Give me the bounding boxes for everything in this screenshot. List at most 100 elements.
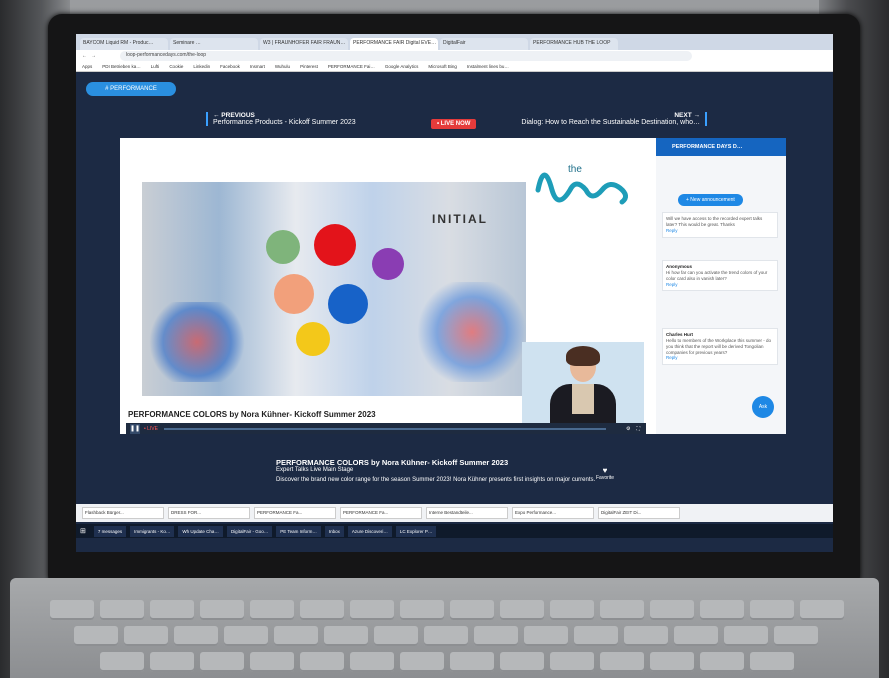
bookmark[interactable]: Wuhulu [275, 64, 290, 69]
window-tab[interactable]: PERFORMANCE Fa... [340, 507, 422, 519]
svg-text:the: the [568, 164, 582, 175]
url-field[interactable]: loop-performancedays.com/the-loop [120, 51, 692, 61]
previous-title: Performance Products - Kickoff Summer 20… [213, 119, 356, 126]
bookmark[interactable]: PERFORMANCE Fai… [328, 64, 375, 69]
key-row [74, 626, 818, 646]
previous-label: ← PREVIOUS [213, 112, 255, 119]
new-announcement-button[interactable]: + New announcement [678, 194, 743, 206]
message-author: Charles Hurt [666, 332, 694, 337]
settings-icon[interactable]: ⚙ [626, 426, 630, 432]
taskbar-item[interactable]: Immigrants - Ko… [130, 525, 175, 537]
video-player[interactable]: INITIAL the PERFORMANCE COLORS by Nora K… [120, 138, 656, 434]
window-switcher: Flashback Bürger... DRESS FOR... PERFORM… [76, 504, 833, 522]
the-loop-logo: the [535, 164, 628, 205]
next-label: NEXT → [674, 112, 700, 119]
color-dot [328, 284, 368, 324]
taskbar-item[interactable]: Azure Discoveri… [347, 525, 392, 537]
taskbar-item[interactable]: Inbox [324, 525, 344, 537]
window-tab[interactable]: PERFORMANCE Fa... [254, 507, 336, 519]
windows-start-icon[interactable]: ⊞ [80, 527, 86, 535]
bookmark[interactable]: Microsoft Bing [428, 64, 457, 69]
favorite-button[interactable]: ♥ Favorite [596, 466, 614, 481]
reply-link[interactable]: Reply [666, 228, 678, 233]
taskbar-item[interactable]: PE Team Inform… [276, 525, 321, 537]
bookmark[interactable]: Lufti [151, 64, 160, 69]
chat-message: Will we have access to the recorded expe… [662, 212, 778, 238]
color-dot [274, 274, 314, 314]
address-bar-row: ← → loop-performancedays.com/the-loop [76, 50, 833, 62]
color-dot [266, 230, 300, 264]
paint-splash [412, 282, 526, 382]
window-tab[interactable]: Expo Performance... [512, 507, 594, 519]
progress-bar[interactable] [163, 427, 606, 430]
bookmark[interactable]: Apps [82, 64, 92, 69]
reply-link[interactable]: Reply [666, 355, 678, 360]
browser-tab-active[interactable]: PERFORMANCE FAIR Digital EVE… [350, 38, 438, 50]
chat-message: Anonymous Hi how far can you activate th… [662, 260, 778, 292]
laptop-screen: BAYCOM Liquid RM - Produc… Seminare … W3… [76, 34, 833, 552]
message-text: Hi how far can you activate the trend co… [666, 269, 768, 281]
reply-link[interactable]: Reply [666, 282, 678, 287]
speaker-scarf [572, 384, 594, 414]
color-painting-image: INITIAL [142, 182, 526, 396]
laptop-keyboard [10, 578, 879, 678]
bookmark[interactable]: Facebook [220, 64, 240, 69]
taskbar-item[interactable]: DigitalFair - Goo… [226, 525, 273, 537]
speaker-hair [566, 346, 600, 366]
key-row [100, 652, 794, 672]
bookmark[interactable]: Pinterest [300, 64, 318, 69]
chat-message: Charles Hurt Hello to members of the Wor… [662, 328, 778, 366]
favorite-label: Favorite [596, 475, 615, 481]
browser-tab[interactable]: Seminare … [170, 38, 258, 50]
browser-tab[interactable]: BAYCOM Liquid RM - Produc… [80, 38, 168, 50]
browser-tab[interactable]: PERFORMANCE HUB THE LOOP [530, 38, 618, 50]
session-info: PERFORMANCE COLORS by Nora Kühner- Kicko… [276, 458, 636, 483]
browser-tab[interactable]: DigitalFair [440, 38, 528, 50]
window-tab[interactable]: DRESS FOR... [168, 507, 250, 519]
fullscreen-icon[interactable]: ⛶ [636, 426, 640, 432]
color-dot [314, 224, 356, 266]
window-tab[interactable]: Flashback Bürger... [82, 507, 164, 519]
previous-session-link[interactable]: ← PREVIOUS Performance Products - Kickof… [206, 112, 356, 126]
message-text: Hello to members of the Workplace this s… [666, 337, 771, 355]
bookmarks-bar: Apps PDI Betrieben ka… Lufti Cookie Link… [76, 62, 833, 72]
color-dot [296, 322, 330, 356]
chat-header: PERFORMANCE DAYS D… [656, 138, 786, 156]
message-text: Will we have access to the recorded expe… [666, 216, 763, 227]
window-tab[interactable]: Interne Bestandteile... [426, 507, 508, 519]
browser-tab[interactable]: W3 | FRAUNHOFER FAIR FRAUN… [260, 38, 348, 50]
back-icon[interactable]: ← [82, 53, 87, 59]
chat-sidebar: PERFORMANCE DAYS D… + New announcement W… [656, 138, 786, 434]
bookmark[interactable]: Instalment lines bu… [467, 64, 509, 69]
ask-button[interactable]: Ask [752, 396, 774, 418]
window-tab[interactable]: DigitalFair ZEIT Di... [598, 507, 680, 519]
taskbar-item[interactable]: Wh Update Cha… [178, 525, 223, 537]
live-indicator: • LIVE [144, 425, 158, 432]
taskbar-item[interactable]: LC Explorer P… [395, 525, 437, 537]
bookmark[interactable]: Insmart [250, 64, 265, 69]
browser-tab-bar: BAYCOM Liquid RM - Produc… Seminare … W3… [76, 34, 833, 50]
key-row [50, 600, 844, 620]
windows-taskbar: ⊞ 7 messages Immigrants - Ko… Wh Update … [76, 524, 833, 538]
forward-icon[interactable]: → [91, 53, 96, 59]
player-title: PERFORMANCE COLORS by Nora Kühner- Kicko… [128, 410, 376, 419]
color-dot [372, 248, 404, 280]
pause-icon[interactable]: ❚❚ [130, 423, 140, 434]
taskbar-item[interactable]: 7 messages [93, 525, 127, 537]
session-title: PERFORMANCE COLORS by Nora Kühner- Kicko… [276, 458, 509, 467]
painting-graffiti-text: INITIAL [432, 212, 488, 226]
bookmark[interactable]: Google Analytics [385, 64, 419, 69]
bookmark[interactable]: PDI Betrieben ka… [102, 64, 141, 69]
message-author: Anonymous [666, 264, 693, 269]
next-session-link[interactable]: NEXT → Dialog: How to Reach the Sustaina… [521, 112, 707, 126]
player-controls: ❚❚ • LIVE ⚙ ⛶ [126, 423, 646, 434]
speaker-webcam [522, 342, 644, 428]
heart-icon: ♥ [602, 466, 608, 475]
bookmark[interactable]: Linkedin [193, 64, 210, 69]
paint-splash [142, 302, 252, 382]
next-title: Dialog: How to Reach the Sustainable Des… [521, 119, 700, 126]
session-description: Discover the brand new color range for t… [276, 477, 596, 483]
event-button[interactable]: # PERFORMANCE [86, 82, 176, 96]
bookmark[interactable]: Cookie [169, 64, 183, 69]
live-now-badge: • LIVE NOW [431, 119, 477, 129]
